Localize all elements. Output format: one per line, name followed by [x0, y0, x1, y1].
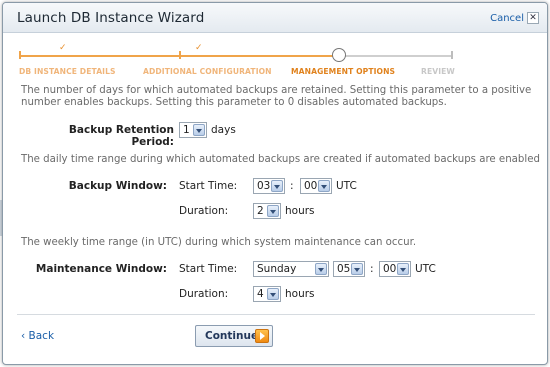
- maintenance-window-description: The weekly time range (in UTC) during wh…: [21, 237, 417, 248]
- footer-divider: [17, 314, 535, 315]
- backup-retention-select[interactable]: 1: [179, 122, 207, 138]
- maintenance-timezone-label: UTC: [415, 263, 436, 275]
- dropdown-arrow-icon: [351, 263, 363, 275]
- backup-duration-select[interactable]: 2: [253, 203, 281, 219]
- backup-retention-description: The number of days for which automated b…: [21, 85, 532, 108]
- maintenance-duration-value: 4: [257, 288, 264, 300]
- step-label-db-instance-details: DB INSTANCE DETAILS: [19, 67, 116, 76]
- dropdown-arrow-icon: [193, 124, 205, 136]
- maintenance-duration-unit: hours: [285, 288, 315, 300]
- maintenance-start-hour-value: 05: [337, 263, 351, 275]
- launch-db-wizard-dialog: Launch DB Instance Wizard Cancel ✕ ✓ ✓ D…: [2, 2, 548, 365]
- maintenance-start-minute-value: 00: [383, 263, 397, 275]
- maintenance-start-day-value: Sunday: [257, 263, 297, 275]
- dropdown-arrow-icon: [397, 263, 409, 275]
- dropdown-arrow-icon: [318, 180, 330, 192]
- dropdown-arrow-icon: [267, 288, 279, 300]
- backup-start-minute-value: 00: [304, 180, 318, 192]
- backup-retention-label: Backup Retention Period:: [68, 124, 174, 148]
- backup-duration-value: 2: [257, 205, 264, 217]
- backup-start-hour-select[interactable]: 03: [253, 178, 285, 194]
- backup-timezone-label: UTC: [336, 180, 357, 192]
- step-2-check-icon: ✓: [195, 43, 203, 53]
- backup-duration-unit: hours: [285, 205, 315, 217]
- step-1-check-icon: ✓: [59, 43, 67, 53]
- continue-label: Continue: [205, 330, 259, 342]
- maintenance-start-time-label: Start Time:: [179, 263, 238, 275]
- maintenance-duration-select[interactable]: 4: [253, 286, 281, 302]
- step-label-management-options: MANAGEMENT OPTIONS: [291, 67, 396, 76]
- current-step-indicator: [332, 48, 346, 62]
- time-separator: :: [290, 180, 294, 192]
- maintenance-start-day-select[interactable]: Sunday: [253, 261, 329, 277]
- backup-duration-label: Duration:: [179, 205, 229, 217]
- close-icon[interactable]: ✕: [527, 12, 539, 24]
- time-separator: :: [370, 263, 374, 275]
- maintenance-start-minute-select[interactable]: 00: [379, 261, 411, 277]
- wizard-progress-stepper: ✓ ✓ DB INSTANCE DETAILS ADDITIONAL CONFI…: [19, 43, 459, 79]
- backup-start-hour-value: 03: [257, 180, 271, 192]
- back-link[interactable]: ‹ Back: [21, 330, 54, 342]
- dialog-titlebar: Launch DB Instance Wizard Cancel ✕: [3, 3, 547, 33]
- maintenance-window-label: Maintenance Window:: [35, 263, 167, 275]
- step-tick-1: [19, 51, 21, 59]
- backup-window-description: The daily time range during which automa…: [21, 154, 540, 165]
- maintenance-start-hour-select[interactable]: 05: [333, 261, 365, 277]
- cancel-label: Cancel: [490, 12, 524, 24]
- backup-start-minute-select[interactable]: 00: [300, 178, 332, 194]
- continue-button[interactable]: Continue: [195, 325, 273, 347]
- step-tick-2: [179, 51, 181, 59]
- step-label-additional-configuration: ADDITIONAL CONFIGURATION: [143, 67, 272, 76]
- play-arrow-icon: [255, 329, 269, 343]
- cancel-button[interactable]: Cancel ✕: [490, 12, 539, 24]
- step-label-review: REVIEW: [421, 67, 455, 76]
- dropdown-arrow-icon: [271, 180, 283, 192]
- maintenance-duration-label: Duration:: [179, 288, 229, 300]
- step-tick-4: [451, 51, 453, 59]
- backup-start-time-label: Start Time:: [179, 180, 238, 192]
- dialog-title: Launch DB Instance Wizard: [17, 10, 205, 26]
- backup-retention-value: 1: [183, 124, 190, 136]
- progress-track-remaining: [339, 55, 451, 57]
- backup-window-label: Backup Window:: [68, 180, 167, 192]
- dropdown-arrow-icon: [267, 205, 279, 217]
- backup-retention-unit: days: [211, 124, 236, 136]
- dropdown-arrow-icon: [315, 263, 327, 275]
